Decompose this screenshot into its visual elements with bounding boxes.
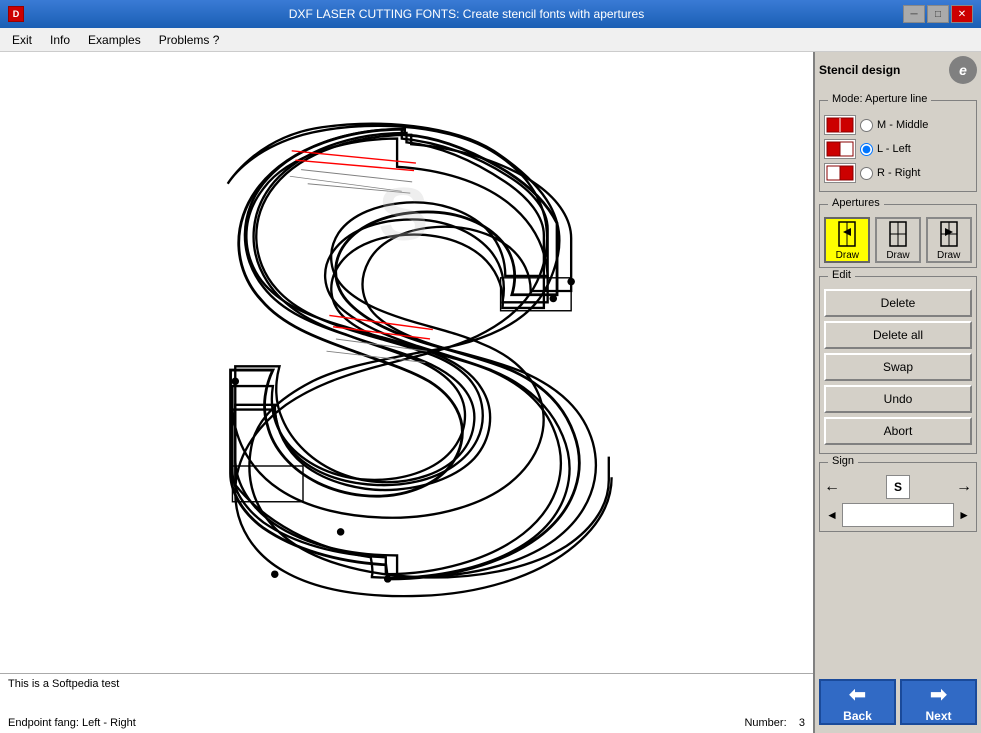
minimize-button[interactable]: ─ xyxy=(903,5,925,23)
main-content: S This is a Softpedia test Endpoint fang… xyxy=(0,52,981,733)
r-right-icon-svg xyxy=(826,165,854,181)
m-middle-icon-svg xyxy=(826,117,854,133)
restore-button[interactable]: □ xyxy=(927,5,949,23)
edit-buttons: Delete Delete all Swap Undo Abort xyxy=(824,289,972,445)
window-controls: ─ □ ✕ xyxy=(903,5,973,23)
app-icon: D xyxy=(8,6,24,22)
next-label: Next xyxy=(925,709,951,723)
menu-problems[interactable]: Problems ? xyxy=(151,31,228,49)
radio-r-right-label[interactable]: R - Right xyxy=(877,167,920,179)
undo-button[interactable]: Undo xyxy=(824,385,972,413)
back-arrow-icon: ⬅ xyxy=(849,682,866,707)
delete-button[interactable]: Delete xyxy=(824,289,972,317)
panel-icon: e xyxy=(949,56,977,84)
letter-s-canvas: S xyxy=(0,52,813,673)
aperture-buttons: Draw Draw xyxy=(824,217,972,263)
aperture-icon-3 xyxy=(935,220,963,248)
edit-group: Edit Delete Delete all Swap Undo Abort xyxy=(819,276,977,454)
sign-row1: ← S → xyxy=(824,475,972,499)
title-bar-left: D xyxy=(8,6,30,22)
radio-m-middle-row: M - Middle xyxy=(824,115,972,135)
delete-all-button[interactable]: Delete all xyxy=(824,321,972,349)
back-label: Back xyxy=(843,709,872,723)
sign-letter: S xyxy=(886,475,910,499)
radio-r-right[interactable] xyxy=(860,167,873,180)
number-info: Number: 3 xyxy=(744,717,805,729)
status-bottom: Endpoint fang: Left - Right Number: 3 xyxy=(8,717,805,729)
aperture-icon-1 xyxy=(833,220,861,248)
back-button[interactable]: ⬅ Back xyxy=(819,679,896,725)
menu-exit[interactable]: Exit xyxy=(4,31,40,49)
aperture-btn-3[interactable]: Draw xyxy=(926,217,972,263)
aperture-btn-1-label: Draw xyxy=(836,250,859,261)
next-button[interactable]: ➡ Next xyxy=(900,679,977,725)
status-text: This is a Softpedia test xyxy=(8,678,805,690)
sign-label: Sign xyxy=(828,455,858,467)
sign-row2: ◄ ► xyxy=(824,503,972,527)
sign-left-btn[interactable]: ◄ xyxy=(824,508,840,522)
menu-bar: Exit Info Examples Problems ? xyxy=(0,28,981,52)
menu-examples[interactable]: Examples xyxy=(80,31,149,49)
mode-r-icon xyxy=(824,163,856,183)
sign-preview xyxy=(842,503,954,527)
swap-button[interactable]: Swap xyxy=(824,353,972,381)
title-bar: D DXF LASER CUTTING FONTS: Create stenci… xyxy=(0,0,981,28)
apertures-label: Apertures xyxy=(828,197,884,209)
nav-buttons: ⬅ Back ➡ Next xyxy=(819,675,977,729)
status-bar: This is a Softpedia test Endpoint fang: … xyxy=(0,673,813,733)
endpoint-info: Endpoint fang: Left - Right xyxy=(8,717,136,729)
svg-text:S: S xyxy=(378,172,428,256)
mode-m-icon xyxy=(824,115,856,135)
aperture-btn-3-label: Draw xyxy=(937,250,960,261)
edit-label: Edit xyxy=(828,269,855,281)
left-arrow-icon: ← xyxy=(824,478,840,496)
panel-header: Stencil design e xyxy=(819,56,977,84)
abort-button[interactable]: Abort xyxy=(824,417,972,445)
radio-l-left[interactable] xyxy=(860,143,873,156)
right-panel: Stencil design e Mode: Aperture line M -… xyxy=(813,52,981,733)
right-arrow-icon: → xyxy=(956,478,972,496)
panel-title: Stencil design xyxy=(819,63,900,77)
apertures-group: Apertures Draw xyxy=(819,204,977,268)
radio-r-right-row: R - Right xyxy=(824,163,972,183)
aperture-btn-1[interactable]: Draw xyxy=(824,217,870,263)
canvas-area: S This is a Softpedia test Endpoint fang… xyxy=(0,52,813,733)
radio-l-left-row: L - Left xyxy=(824,139,972,159)
l-left-icon-svg xyxy=(826,141,854,157)
canvas-container: S xyxy=(0,52,813,673)
radio-m-middle[interactable] xyxy=(860,119,873,132)
aperture-icon-2 xyxy=(884,220,912,248)
radio-l-left-label[interactable]: L - Left xyxy=(877,143,911,155)
mode-l-icon xyxy=(824,139,856,159)
close-button[interactable]: ✕ xyxy=(951,5,973,23)
radio-m-middle-label[interactable]: M - Middle xyxy=(877,119,928,131)
aperture-btn-2-label: Draw xyxy=(886,250,909,261)
mode-group: Mode: Aperture line M - Middle xyxy=(819,100,977,192)
mode-label: Mode: Aperture line xyxy=(828,93,931,105)
sign-group: Sign ← S → ◄ ► xyxy=(819,462,977,532)
aperture-btn-2[interactable]: Draw xyxy=(875,217,921,263)
sign-right-btn[interactable]: ► xyxy=(956,508,972,522)
menu-info[interactable]: Info xyxy=(42,31,78,49)
window-title: DXF LASER CUTTING FONTS: Create stencil … xyxy=(30,7,903,21)
next-arrow-icon: ➡ xyxy=(930,682,947,707)
